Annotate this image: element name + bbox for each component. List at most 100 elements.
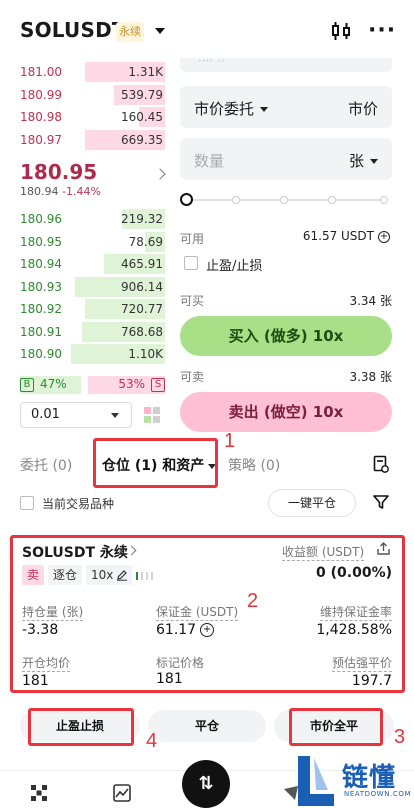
perpetual-badge: 永续: [116, 22, 144, 42]
close-position-button[interactable]: 平仓: [148, 710, 266, 742]
current-symbol-checkbox[interactable]: [20, 496, 34, 510]
pnl-value: 0 (0.00%): [316, 565, 392, 581]
tpsl-checkbox[interactable]: [184, 256, 198, 270]
bid-price: 180.94: [20, 257, 62, 271]
bid-price: 180.96: [20, 212, 62, 226]
position-symbol[interactable]: SOLUSDT 永续: [22, 542, 128, 562]
can-sell-value: 3.38 张: [349, 370, 392, 384]
bid-row[interactable]: 180.95 78.69: [20, 231, 165, 253]
nav-market-icon[interactable]: [30, 784, 48, 802]
trade-swap-button[interactable]: ⇅: [182, 760, 230, 808]
bid-price: 180.91: [20, 324, 62, 339]
chevron-right-icon[interactable]: [154, 168, 166, 180]
order-type-select[interactable]: 市价委托: [194, 98, 269, 119]
watermark-text: 链懂: [342, 763, 397, 793]
bid-price: 180.90: [20, 347, 62, 361]
annotation-2: 2: [247, 590, 259, 612]
highlight-box-3: [289, 708, 383, 746]
can-sell-label: 可卖: [180, 370, 205, 384]
sell-ratio: 53%: [118, 377, 145, 391]
highlight-box-1: [93, 438, 218, 488]
buy-long-button[interactable]: 买入 (做多) 10x: [180, 316, 392, 356]
current-symbol-label: 当前交易品种: [42, 497, 115, 511]
tpsl-label: 止盈/止损: [206, 259, 263, 274]
ask-price: 180.97: [20, 132, 62, 147]
bid-row[interactable]: 180.91 768.68: [20, 321, 165, 343]
symbol-title[interactable]: SOLUSDT: [20, 18, 126, 42]
adjust-margin-icon[interactable]: +: [200, 623, 215, 637]
bid-row[interactable]: 180.92 720.77: [20, 298, 165, 320]
ask-row[interactable]: 180.99 539.79: [20, 84, 165, 106]
quantity-unit: 张: [348, 152, 364, 170]
last-price: 180.95: [20, 160, 98, 184]
liq-price-value: 197.7: [351, 673, 392, 689]
add-funds-icon[interactable]: +: [378, 230, 390, 243]
mark-price: 180.94: [20, 185, 59, 198]
ask-price: 181.00: [20, 65, 62, 79]
ask-row[interactable]: 181.00 1.31K: [20, 61, 165, 83]
highlight-box-4: [28, 708, 134, 746]
available-balance: 61.57 USDT +: [303, 229, 390, 243]
available-label: 可用: [180, 232, 205, 246]
symbol-dropdown-icon[interactable]: [155, 28, 165, 34]
quantity-input[interactable]: 数量 张: [180, 138, 392, 180]
nav-chart-icon[interactable]: [113, 784, 131, 802]
bid-quantity: 465.91: [121, 257, 163, 271]
bid-row[interactable]: 180.96 219.32: [20, 208, 165, 230]
bid-row[interactable]: 180.94 465.91: [20, 253, 165, 275]
size-label: 持仓量 (张): [22, 605, 84, 621]
filter-icon[interactable]: [372, 493, 390, 511]
candlestick-chart-icon[interactable]: [330, 20, 352, 42]
header: SOLUSDT 永续 ···: [0, 0, 414, 62]
price-mode[interactable]: 市价: [348, 98, 378, 119]
leverage-value: 10x: [91, 568, 114, 582]
order-type-row: 市价委托 市价: [180, 86, 392, 128]
buy-ratio: 47%: [40, 377, 67, 391]
slider-stop-25[interactable]: [232, 196, 240, 204]
annotation-4: 4: [146, 730, 158, 752]
ask-row[interactable]: 180.97 669.35: [20, 129, 165, 151]
orderbook-layout-icon[interactable]: [143, 406, 161, 424]
edit-pencil-icon[interactable]: [116, 569, 128, 581]
bid-quantity: 219.32: [121, 212, 163, 226]
ask-quantity: 160.45: [121, 110, 163, 124]
bid-price: 180.92: [20, 302, 62, 316]
close-all-button[interactable]: 一键平仓: [268, 489, 356, 517]
pnl-label: 收益额 (USDT): [282, 545, 365, 561]
bid-row[interactable]: 180.93 906.14: [20, 276, 165, 298]
mmr-value: 1,428.58%: [316, 622, 392, 638]
bid-quantity: 720.77: [121, 302, 163, 316]
watermark-subtext: NEATDOWN.COM: [344, 790, 412, 798]
share-icon[interactable]: [376, 541, 391, 556]
ask-quantity: 539.79: [121, 87, 163, 102]
slider-stop-100[interactable]: [380, 196, 388, 204]
ask-quantity: 669.35: [121, 132, 163, 147]
tab-strategy[interactable]: 策略 (0): [228, 455, 280, 475]
can-buy-value: 3.34 张: [349, 294, 392, 308]
slider-stop-50[interactable]: [280, 196, 288, 204]
watermark-logo-icon: [298, 756, 334, 806]
margin-value: 61.17: [156, 622, 197, 638]
quantity-placeholder: 数量: [194, 152, 225, 170]
bid-row[interactable]: 180.90 1.10K: [20, 343, 165, 365]
order-history-icon[interactable]: [373, 455, 389, 473]
ask-price: 180.98: [20, 110, 62, 124]
bid-quantity: 906.14: [121, 279, 163, 294]
margin-mode-badge[interactable]: 逐仓: [48, 565, 83, 585]
precision-select[interactable]: 0.01: [20, 402, 132, 428]
mmr-label: 维持保证金率: [319, 605, 392, 621]
chevron-down-icon: [260, 107, 269, 112]
margin-label: 保证金 (USDT): [156, 605, 239, 621]
ask-row[interactable]: 180.98 160.45: [20, 106, 165, 128]
slider-stop-75[interactable]: [328, 196, 336, 204]
quantity-unit-select[interactable]: 张: [349, 150, 378, 171]
price-field-partial: ···· ··: [180, 58, 392, 72]
ask-price: 180.99: [20, 87, 62, 102]
tab-orders[interactable]: 委托 (0): [20, 455, 72, 475]
leverage-badge[interactable]: 10x: [86, 565, 132, 585]
more-options-icon[interactable]: ···: [368, 18, 396, 43]
buy-sell-ratio-bar: B 47% 53% S: [20, 376, 165, 394]
annotation-1: 1: [224, 430, 236, 452]
quantity-slider-handle[interactable]: [180, 193, 193, 206]
sell-short-button[interactable]: 卖出 (做空) 10x: [180, 392, 392, 432]
